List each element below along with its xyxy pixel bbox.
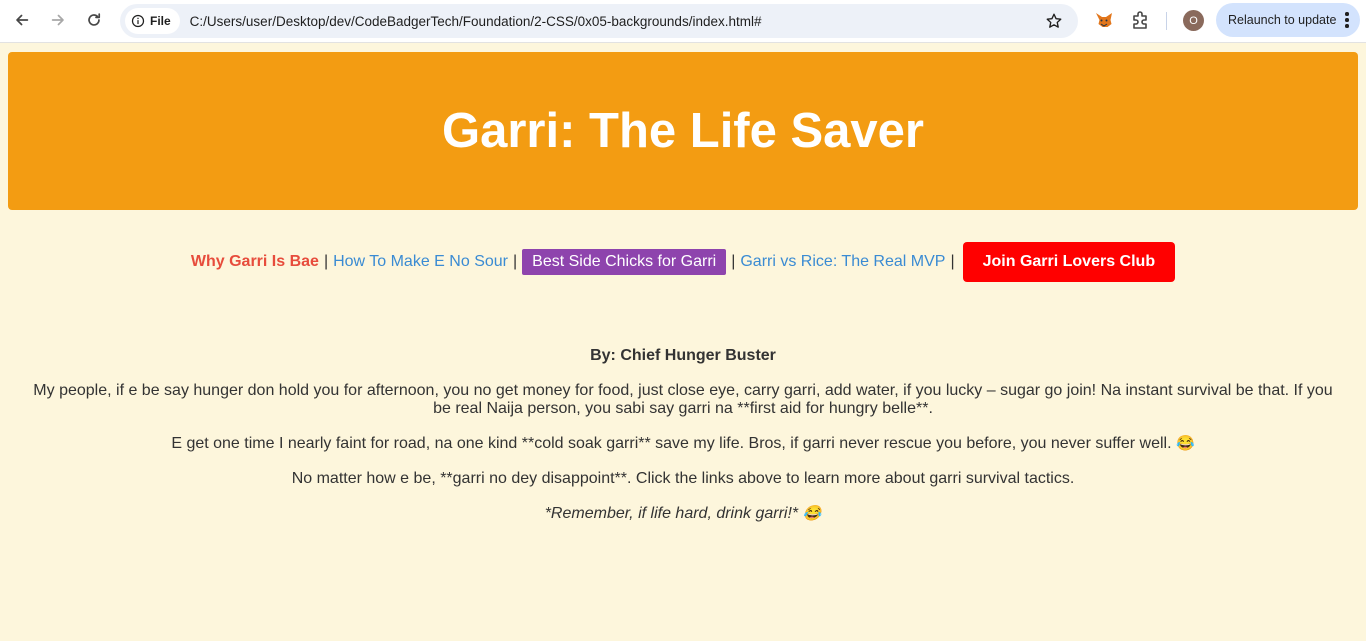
reload-icon: [88, 13, 101, 26]
nav-separator: |: [512, 253, 518, 270]
extensions-button[interactable]: [1130, 9, 1152, 31]
star-icon: [1046, 13, 1062, 28]
info-icon: [131, 14, 145, 28]
page-viewport: Garri: The Life Saver Why Garri Is Bae |…: [0, 43, 1366, 641]
laughing-emoji-icon: 😂: [1175, 435, 1195, 452]
url-text[interactable]: C:/Users/user/Desktop/dev/CodeBadgerTech…: [190, 14, 762, 29]
nav-link-how-to-make[interactable]: How To Make E No Sour: [333, 253, 508, 271]
paragraph-story: E get one time I nearly faint for road, …: [30, 435, 1336, 453]
nav-separator: |: [323, 253, 329, 270]
relaunch-button[interactable]: Relaunch to update: [1216, 3, 1360, 37]
toolbar-divider: [1166, 12, 1167, 30]
paragraph-story-text: E get one time I nearly faint for road, …: [171, 435, 1172, 452]
paragraph-remember-text: *Remember, if life hard, drink garri!*: [544, 505, 799, 522]
metamask-extension-button[interactable]: [1093, 9, 1115, 31]
relaunch-label: Relaunch to update: [1228, 13, 1337, 27]
puzzle-icon: [1133, 11, 1147, 29]
site-info-chip[interactable]: File: [125, 8, 180, 34]
laughing-emoji-icon: 😂: [802, 505, 822, 522]
arrow-left-icon: [16, 14, 29, 26]
page-title: Garri: The Life Saver: [441, 104, 924, 158]
join-club-button[interactable]: Join Garri Lovers Club: [962, 242, 1176, 282]
nav-link-garri-vs-rice[interactable]: Garri vs Rice: The Real MVP: [740, 253, 945, 271]
site-nav: Why Garri Is Bae | How To Make E No Sour…: [0, 240, 1366, 284]
more-vert-icon[interactable]: [1345, 12, 1349, 28]
nav-separator: |: [950, 253, 955, 270]
browser-toolbar: File C:/Users/user/Desktop/dev/CodeBadge…: [0, 0, 1366, 43]
bookmark-button[interactable]: [1044, 11, 1064, 31]
back-button[interactable]: [8, 6, 36, 34]
nav-separator: |: [731, 253, 736, 270]
paragraph-disappoint: No matter how e be, **garri no dey disap…: [291, 470, 1075, 487]
file-chip-label: File: [150, 14, 171, 28]
nav-link-why-garri[interactable]: Why Garri Is Bae: [191, 253, 319, 271]
forward-button[interactable]: [44, 6, 72, 34]
paragraph-remember: *Remember, if life hard, drink garri!* 😂: [30, 505, 1336, 523]
address-bar[interactable]: File C:/Users/user/Desktop/dev/CodeBadge…: [120, 4, 1078, 38]
fox-icon: [1096, 13, 1112, 27]
paragraph-intro: My people, if e be say hunger don hold y…: [33, 382, 1333, 417]
nav-link-side-chicks[interactable]: Best Side Chicks for Garri: [522, 249, 727, 275]
profile-avatar[interactable]: O: [1183, 10, 1204, 31]
reload-button[interactable]: [80, 6, 108, 34]
article-body: By: Chief Hunger Buster My people, if e …: [30, 347, 1336, 540]
header-banner: Garri: The Life Saver: [8, 52, 1358, 210]
byline: By: Chief Hunger Buster: [590, 347, 776, 364]
arrow-right-icon: [51, 14, 64, 26]
